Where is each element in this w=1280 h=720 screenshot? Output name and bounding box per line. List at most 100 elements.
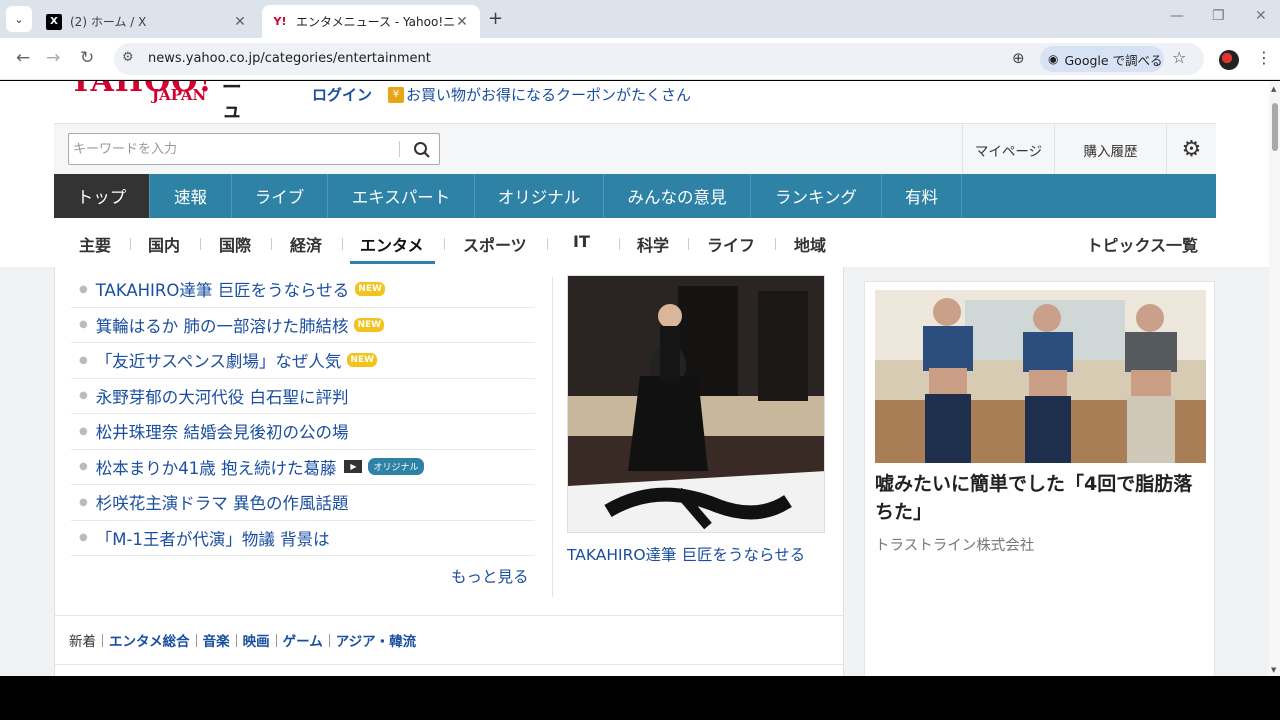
genre-asia-korea[interactable]: アジア・韓流 — [336, 630, 416, 650]
coupon-link[interactable]: ¥ お買い物がお得になるクーポンがたくさん — [388, 84, 691, 105]
active-category-indicator — [350, 261, 435, 264]
lens-icon: ◉ — [1048, 52, 1059, 66]
tab-search-button[interactable]: ⌄ — [6, 6, 32, 32]
divider — [328, 633, 330, 647]
scroll-down-icon[interactable]: ▼ — [1271, 666, 1276, 674]
profile-avatar[interactable] — [1219, 50, 1239, 70]
divider — [342, 238, 343, 250]
menu-kebab-icon[interactable]: ⋮ — [1256, 48, 1272, 67]
search-input[interactable] — [73, 136, 393, 162]
category-world[interactable]: 国際 — [219, 232, 251, 256]
ad-sponsor: トラストライン株式会社 — [875, 538, 1035, 554]
topic-item[interactable]: ● 「M-1王者が代演」物議 背景は — [71, 521, 535, 556]
more-link[interactable]: もっと見る — [451, 565, 529, 587]
pickup-caption[interactable]: TAKAHIRO達筆 巨匠をうならせる — [567, 543, 805, 565]
nav-paid[interactable]: 有料 — [882, 174, 962, 218]
nav-expert[interactable]: エキスパート — [328, 174, 475, 218]
restore-icon[interactable]: ❐ — [1212, 8, 1225, 24]
genre-game[interactable]: ゲーム — [283, 630, 323, 650]
genre-entertainment-general[interactable]: エンタメ総合 — [109, 630, 190, 650]
genre-music[interactable]: 音楽 — [203, 630, 230, 650]
topic-title: 松本まりか41歳 抱え続けた葛藤 — [95, 458, 337, 478]
category-science[interactable]: 科学 — [637, 232, 669, 256]
topic-item[interactable]: ● 杉咲花主演ドラマ 異色の作風話題 — [71, 485, 535, 521]
search-box — [68, 133, 440, 165]
category-entertainment[interactable]: エンタメ — [360, 232, 424, 256]
mypage-link[interactable]: マイページ — [962, 124, 1054, 175]
search-icon — [414, 142, 430, 158]
video-icon: ▶ — [344, 460, 363, 474]
minimize-icon[interactable]: — — [1170, 8, 1184, 24]
category-economy[interactable]: 経済 — [290, 232, 322, 256]
tab-title: エンタメニュース - Yahoo!ニュース — [296, 15, 454, 29]
divider — [775, 238, 776, 250]
pickup-photo[interactable] — [567, 275, 825, 533]
purchase-history-link[interactable]: 購入履歴 — [1054, 124, 1166, 175]
page: YAHOO! JAPAN ニュース ログイン ¥ お買い物がお得になるクーポンが… — [0, 81, 1280, 676]
ad-title[interactable]: 嘘みたいに簡単でした「4回で脂肪落ちた」 — [875, 470, 1210, 526]
chevron-down-icon: ⌄ — [14, 12, 24, 26]
category-it[interactable]: IT — [573, 232, 590, 251]
genre-new[interactable]: 新着 — [69, 630, 96, 650]
yahoo-news-logo[interactable]: YAHOO! JAPAN ニュース — [70, 81, 242, 180]
topic-item[interactable]: ● 永野芽郁の大河代役 白石聖に評判 — [71, 379, 535, 414]
category-main[interactable]: 主要 — [79, 232, 111, 256]
close-icon[interactable]: ✕ — [454, 14, 470, 30]
nav-opinion[interactable]: みんなの意見 — [604, 174, 751, 218]
settings-button[interactable]: ⚙ — [1166, 124, 1216, 175]
nav-live[interactable]: ライブ — [232, 174, 328, 218]
ad-image[interactable] — [875, 290, 1206, 463]
bullet: ● — [79, 283, 88, 295]
new-tab-button[interactable]: + — [488, 8, 503, 29]
topic-item[interactable]: ● 箕輪はるか 肺の一部溶けた肺結核 NEW — [71, 308, 535, 343]
forward-icon[interactable]: → — [46, 48, 60, 68]
topics-list: ● TAKAHIRO達筆 巨匠をうならせる NEW ● 箕輪はるか 肺の一部溶け… — [71, 272, 535, 556]
address-bar: ← → ↻ ⚙ news.yahoo.co.jp/categories/ente… — [0, 38, 1280, 80]
tab-title: (2) ホーム / X — [70, 15, 147, 29]
search-button[interactable] — [409, 138, 435, 162]
nav-ranking[interactable]: ランキング — [751, 174, 882, 218]
divider — [399, 141, 400, 157]
x-logo-icon: X — [46, 13, 62, 30]
back-icon[interactable]: ← — [16, 48, 30, 68]
nav-original[interactable]: オリジナル — [475, 174, 604, 218]
bullet: ● — [79, 532, 88, 544]
genre-movie[interactable]: 映画 — [243, 630, 270, 650]
ad-panel[interactable]: 嘘みたいに簡単でした「4回で脂肪落ちた」 トラストライン株式会社 — [864, 281, 1215, 676]
url-text[interactable]: news.yahoo.co.jp/categories/entertainmen… — [148, 51, 431, 66]
nav-breaking[interactable]: 速報 — [150, 174, 232, 218]
tab-x-home[interactable]: X (2) ホーム / X ✕ — [36, 5, 258, 38]
divider — [200, 238, 201, 250]
yahoo-icon: Y! — [273, 15, 287, 28]
google-lens-button[interactable]: ◉ Google で調べる — [1040, 46, 1164, 72]
topic-item[interactable]: ● TAKAHIRO達筆 巨匠をうならせる NEW — [71, 272, 535, 308]
category-local[interactable]: 地域 — [794, 232, 826, 256]
topics-all-link[interactable]: トピックス一覧 — [1086, 232, 1198, 256]
login-link[interactable]: ログイン — [312, 84, 372, 105]
scroll-thumb[interactable] — [1272, 103, 1278, 151]
topic-item[interactable]: ● 「友近サスペンス劇場」なぜ人気 NEW — [71, 343, 535, 379]
omnibox[interactable]: ⚙ news.yahoo.co.jp/categories/entertainm… — [114, 43, 1204, 75]
coupon-text: お買い物がお得になるクーポンがたくさん — [406, 86, 692, 104]
reload-icon[interactable]: ↻ — [80, 48, 94, 68]
category-sports[interactable]: スポーツ — [463, 232, 527, 256]
divider — [619, 238, 620, 250]
topic-item[interactable]: ● 松本まりか41歳 抱え続けた葛藤 ▶ オリジナル — [71, 450, 535, 485]
scroll-up-icon[interactable]: ▲ — [1271, 85, 1276, 93]
category-domestic[interactable]: 国内 — [148, 232, 180, 256]
calligraphy-photo — [568, 276, 824, 532]
zoom-icon[interactable]: ⊕ — [1012, 49, 1025, 67]
divider — [552, 277, 553, 597]
bookmark-star-icon[interactable]: ☆ — [1172, 48, 1186, 67]
new-badge: NEW — [347, 353, 378, 368]
topic-item[interactable]: ● 松井珠理奈 結婚会見後初の公の場 — [71, 414, 535, 450]
window-close-icon[interactable]: ✕ — [1255, 8, 1267, 24]
bullet: ● — [79, 496, 88, 508]
nav-top[interactable]: トップ — [54, 174, 150, 218]
new-badge: NEW — [354, 317, 385, 332]
close-icon[interactable]: ✕ — [232, 14, 248, 30]
category-life[interactable]: ライフ — [707, 232, 755, 256]
tab-yahoo-entertainment[interactable]: Y! エンタメニュース - Yahoo!ニュース ✕ — [262, 5, 480, 38]
page-scrollbar[interactable]: ▲ ▼ — [1269, 81, 1280, 676]
site-info-icon[interactable]: ⚙ — [122, 50, 134, 65]
